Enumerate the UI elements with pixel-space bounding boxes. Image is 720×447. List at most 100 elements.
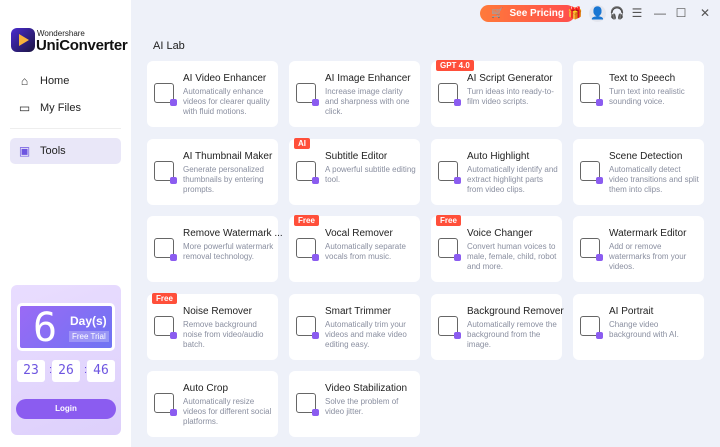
see-pricing-button[interactable]: 🛒 See Pricing bbox=[480, 5, 575, 22]
tool-description: Turn ideas into ready-to-film video scri… bbox=[467, 87, 554, 106]
tool-icon bbox=[154, 83, 177, 106]
tool-icon bbox=[580, 161, 603, 184]
tool-title: Auto Highlight bbox=[467, 151, 530, 162]
tool-card[interactable]: Auto Highlight Automatically identify an… bbox=[431, 139, 562, 205]
tools-icon: ▣ bbox=[18, 143, 31, 158]
tool-icon bbox=[154, 238, 177, 261]
tool-title: Remove Watermark ... bbox=[183, 228, 283, 239]
minimize-icon[interactable]: — bbox=[652, 5, 668, 22]
tool-icon bbox=[296, 161, 319, 184]
tool-badge: AI bbox=[294, 138, 310, 149]
tool-description: Solve the problem of video jitter. bbox=[325, 397, 399, 416]
tool-card[interactable]: Background Remover Automatically remove … bbox=[431, 294, 564, 360]
tool-description: Automatically identify and extract highl… bbox=[467, 165, 558, 194]
tool-title: Subtitle Editor bbox=[325, 151, 388, 162]
tool-badge: Free bbox=[152, 293, 177, 304]
tool-card[interactable]: Free Noise Remover Remove background noi… bbox=[147, 293, 278, 360]
tool-title: Smart Trimmer bbox=[325, 306, 392, 317]
tool-card[interactable]: AI Subtitle Editor A powerful subtitle e… bbox=[289, 138, 420, 205]
tool-description: Automatically detect video transitions a… bbox=[609, 165, 699, 194]
tool-title: Background Remover bbox=[467, 306, 564, 317]
tool-badge: GPT 4.0 bbox=[436, 60, 474, 71]
tool-card[interactable]: AI Video Enhancer Automatically enhance … bbox=[147, 61, 278, 127]
tool-description: Change video background with AI. bbox=[609, 320, 679, 339]
tool-title: Scene Detection bbox=[609, 151, 683, 162]
tool-card[interactable]: Remove Watermark ... More powerful water… bbox=[147, 216, 283, 282]
tool-title: Vocal Remover bbox=[325, 228, 393, 239]
tool-icon bbox=[580, 238, 603, 261]
timer-seconds: 46 bbox=[87, 360, 115, 382]
days-count: 6 bbox=[33, 305, 58, 351]
timer-minutes: 26 bbox=[52, 360, 80, 382]
tool-description: Turn text into realistic sounding voice. bbox=[609, 87, 685, 106]
tool-description: Automatically separate vocals from music… bbox=[325, 242, 406, 261]
tool-title: AI Thumbnail Maker bbox=[183, 151, 273, 162]
sidebar-item-tools[interactable]: ▣ Tools bbox=[10, 138, 121, 164]
tool-title: Noise Remover bbox=[183, 306, 252, 317]
tool-card[interactable]: Smart Trimmer Automatically trim your vi… bbox=[289, 294, 420, 360]
tool-card[interactable]: Video Stabilization Solve the problem of… bbox=[289, 371, 420, 437]
menu-icon[interactable]: ☰ bbox=[629, 5, 645, 22]
maximize-icon[interactable]: ☐ bbox=[673, 5, 689, 22]
tool-icon bbox=[438, 161, 461, 184]
tool-card[interactable]: Text to Speech Turn text into realistic … bbox=[573, 61, 704, 127]
trial-card: 6 Day(s) Free Trial 23 : 26 : 46 Login bbox=[11, 285, 121, 435]
tool-description: More powerful watermark removal technolo… bbox=[183, 242, 274, 261]
tool-badge: Free bbox=[436, 215, 461, 226]
tool-icon bbox=[154, 393, 177, 416]
tool-title: Video Stabilization bbox=[325, 383, 408, 394]
tool-description: Add or remove watermarks from your video… bbox=[609, 242, 687, 271]
tool-icon bbox=[438, 238, 461, 261]
home-icon: ⌂ bbox=[20, 73, 29, 88]
nav-label: My Files bbox=[40, 102, 81, 114]
tool-description: A powerful subtitle editing tool. bbox=[325, 165, 416, 184]
tool-card[interactable]: AI Image Enhancer Increase image clarity… bbox=[289, 61, 420, 127]
close-icon[interactable]: ✕ bbox=[697, 5, 713, 22]
tool-icon bbox=[296, 316, 319, 339]
tool-description: Automatically remove the background from… bbox=[467, 320, 557, 349]
tool-title: AI Video Enhancer bbox=[183, 73, 267, 84]
sidebar: Wondershare UniConverter ⌂ Home ▭ My Files… bbox=[0, 0, 131, 447]
tool-title: Text to Speech bbox=[609, 73, 676, 84]
days-panel: 6 Day(s) Free Trial bbox=[17, 303, 115, 351]
headset-icon[interactable]: 🎧 bbox=[609, 5, 625, 22]
app-logo-icon bbox=[11, 28, 35, 52]
sidebar-item-my-files[interactable]: ▭ My Files bbox=[10, 95, 121, 121]
free-trial-label: Free Trial bbox=[69, 331, 109, 342]
tool-badge: Free bbox=[294, 215, 319, 226]
tool-card[interactable]: Auto Crop Automatically resize videos fo… bbox=[147, 371, 278, 437]
tool-title: AI Image Enhancer bbox=[325, 73, 411, 84]
tool-title: Auto Crop bbox=[183, 383, 229, 394]
tool-description: Automatically enhance videos for clearer… bbox=[183, 87, 270, 116]
tool-icon bbox=[296, 238, 319, 261]
tool-title: Voice Changer bbox=[467, 228, 533, 239]
tool-icon bbox=[154, 316, 177, 339]
tool-title: Watermark Editor bbox=[609, 228, 687, 239]
login-button[interactable]: Login bbox=[16, 399, 116, 419]
cart-icon: 🛒 bbox=[491, 8, 504, 19]
tool-title: AI Script Generator bbox=[467, 73, 553, 84]
tool-icon bbox=[296, 393, 319, 416]
folder-icon: ▭ bbox=[18, 100, 31, 115]
tool-card[interactable]: GPT 4.0 AI Script Generator Turn ideas i… bbox=[431, 60, 562, 127]
tool-card[interactable]: Scene Detection Automatically detect vid… bbox=[573, 139, 704, 205]
days-label: Day(s) bbox=[70, 314, 107, 328]
tool-card[interactable]: AI Thumbnail Maker Generate personalized… bbox=[147, 139, 278, 205]
tool-description: Convert human voices to male, female, ch… bbox=[467, 242, 557, 271]
tool-description: Automatically trim your videos and make … bbox=[325, 320, 407, 349]
section-title: AI Lab bbox=[153, 40, 185, 52]
brand-name: UniConverter bbox=[36, 37, 128, 54]
avatar-icon[interactable]: 👤 bbox=[589, 5, 606, 22]
tool-icon bbox=[296, 83, 319, 106]
tool-description: Remove background noise from video/audio… bbox=[183, 320, 264, 349]
tool-card[interactable]: Free Vocal Remover Automatically separat… bbox=[289, 215, 420, 282]
sidebar-item-home[interactable]: ⌂ Home bbox=[10, 68, 121, 94]
nav-label: Home bbox=[40, 75, 70, 87]
tool-description: Automatically resize videos for differen… bbox=[183, 397, 272, 426]
tool-card[interactable]: Watermark Editor Add or remove watermark… bbox=[573, 216, 704, 282]
tool-card[interactable]: AI Portrait Change video background with… bbox=[573, 294, 704, 360]
tool-title: AI Portrait bbox=[609, 306, 654, 317]
gift-icon[interactable]: 🎁 bbox=[567, 5, 583, 22]
tool-card[interactable]: Free Voice Changer Convert human voices … bbox=[431, 215, 562, 282]
divider bbox=[10, 128, 121, 129]
